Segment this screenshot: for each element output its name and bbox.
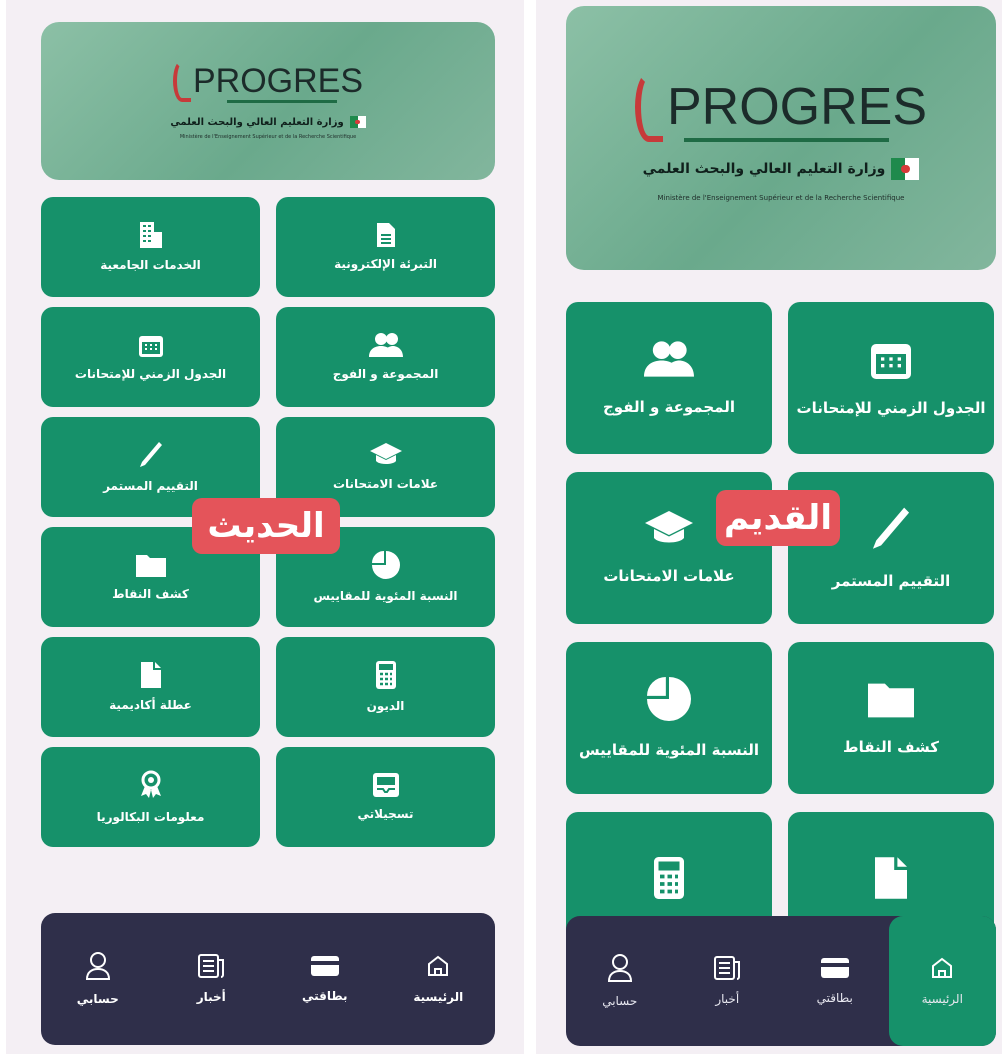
nav-my-card[interactable]: بطاقتي [781, 916, 889, 1046]
building-icon [139, 222, 162, 248]
tile-label: كشف النقاط [112, 587, 189, 601]
calendar-icon [871, 344, 911, 379]
bottom-nav: الرئيسية بطاقتي أخبار حسابي [41, 913, 495, 1045]
tile-label: كشف النقاط [843, 738, 939, 756]
tile-label: علامات الامتحانات [332, 477, 439, 491]
nav-news[interactable]: أخبار [674, 916, 782, 1046]
tile-label: التبرئة الإلكترونية [334, 257, 437, 271]
tile-label: النسبة المئوية للمقاييس [313, 589, 458, 603]
tile-label: معلومات البكالوريا [96, 810, 205, 824]
progres-logo: PROGRES [41, 60, 495, 102]
nav-label: بطاقتي [816, 991, 853, 1005]
ministry-name-ar: وزارة التعليم العالي والبحث العلمي [642, 161, 886, 177]
calculator-icon [375, 661, 396, 689]
nav-home[interactable]: الرئيسية [888, 916, 996, 1046]
progres-logo: PROGRES [566, 72, 996, 142]
tile-exam-schedule[interactable]: الجدول الزمني للإمتحانات [788, 302, 994, 454]
brand-name: PROGRES [666, 78, 928, 136]
tile-my-registrations[interactable]: تسجيلاتي [276, 747, 495, 847]
news-icon [714, 956, 741, 980]
brand-name: PROGRES [192, 61, 364, 100]
file-icon [875, 857, 907, 899]
nav-label: الرئيسية [921, 992, 963, 1006]
tile-label: الديون [366, 699, 405, 713]
folder-icon [135, 555, 166, 577]
calculator-icon [654, 857, 684, 899]
nav-label: حسابي [602, 994, 638, 1008]
document-icon [376, 223, 395, 247]
graduation-cap-icon [369, 443, 402, 464]
algeria-flag-icon [349, 116, 366, 128]
tile-e-clearance[interactable]: التبرئة الإلكترونية [276, 197, 495, 297]
nav-label: أخبار [715, 992, 740, 1006]
new-version-badge: الحديث [192, 498, 340, 554]
group-icon [368, 333, 403, 357]
pencil-icon [139, 442, 162, 467]
pie-chart-icon [647, 677, 691, 721]
graduation-cap-icon [645, 511, 693, 543]
file-icon [140, 662, 161, 688]
tile-label: النسبة المئوية للمقاييس [578, 741, 760, 759]
news-icon [198, 954, 225, 978]
nav-my-account[interactable]: حسابي [41, 913, 155, 1045]
card-icon [820, 958, 849, 978]
tile-group-section[interactable]: المجموعة و الفوج [276, 307, 495, 407]
header-banner: PROGRES وزارة التعليم العالي والبحث العل… [41, 22, 495, 180]
tile-label: المجموعة و الفوج [332, 367, 439, 381]
ministry-name-fr: Ministère de l'Enseignement Supérieur et… [657, 194, 905, 202]
tile-label: علامات الامتحانات [603, 567, 735, 585]
nav-my-card[interactable]: بطاقتي [268, 913, 382, 1045]
nav-my-account[interactable]: حسابي [566, 916, 674, 1046]
tile-university-services[interactable]: الخدمات الجامعية [41, 197, 260, 297]
nav-label: حسابي [76, 992, 119, 1006]
tile-label: التقييم المستمر [103, 479, 198, 493]
card-icon [310, 956, 339, 976]
group-icon [644, 341, 694, 377]
services-grid: الجدول الزمني للإمتحانات المجموعة و الفو… [566, 302, 994, 964]
tile-label: الخدمات الجامعية [100, 258, 201, 272]
nav-label: أخبار [196, 990, 226, 1004]
old-version-badge: القديم [716, 490, 840, 546]
folder-icon [868, 683, 914, 718]
tile-transcript[interactable]: كشف النقاط [788, 642, 994, 794]
ministry-name-ar: وزارة التعليم العالي والبحث العلمي [170, 116, 344, 128]
tile-label: المجموعة و الفوج [603, 398, 735, 416]
tile-baccalaureate-info[interactable]: معلومات البكالوريا [41, 747, 260, 847]
tile-label: التقييم المستمر [831, 572, 951, 590]
pencil-icon [872, 507, 910, 549]
user-icon [85, 952, 110, 980]
user-icon [607, 954, 632, 982]
tile-label: تسجيلاتي [357, 807, 414, 821]
tile-exam-schedule[interactable]: الجدول الزمني للإمتحانات [41, 307, 260, 407]
tile-group-section[interactable]: المجموعة و الفوج [566, 302, 772, 454]
nav-news[interactable]: أخبار [155, 913, 269, 1045]
header-banner: PROGRES وزارة التعليم العالي والبحث العل… [566, 6, 996, 270]
algeria-flag-icon [891, 158, 920, 180]
nav-label: الرئيسية [413, 990, 464, 1004]
tile-label: الجدول الزمني للإمتحانات [796, 399, 986, 417]
pie-chart-icon [371, 551, 400, 579]
tile-label: الجدول الزمني للإمتحانات [74, 367, 227, 381]
inbox-icon [372, 773, 399, 797]
home-icon [428, 955, 449, 976]
tile-module-percentage[interactable]: النسبة المئوية للمقاييس [566, 642, 772, 794]
tile-academic-leave[interactable]: عطلة أكاديمية [41, 637, 260, 737]
ministry-name-fr: Ministère de l'Enseignement Supérieur et… [179, 134, 357, 140]
home-icon [932, 957, 953, 978]
nav-label: بطاقتي [301, 989, 348, 1003]
bottom-nav: الرئيسية بطاقتي أخبار حسابي [566, 916, 996, 1046]
award-icon [140, 770, 161, 798]
tile-label: عطلة أكاديمية [109, 698, 192, 712]
nav-home[interactable]: الرئيسية [382, 913, 496, 1045]
tile-debts[interactable]: الديون [276, 637, 495, 737]
calendar-icon [138, 336, 163, 357]
